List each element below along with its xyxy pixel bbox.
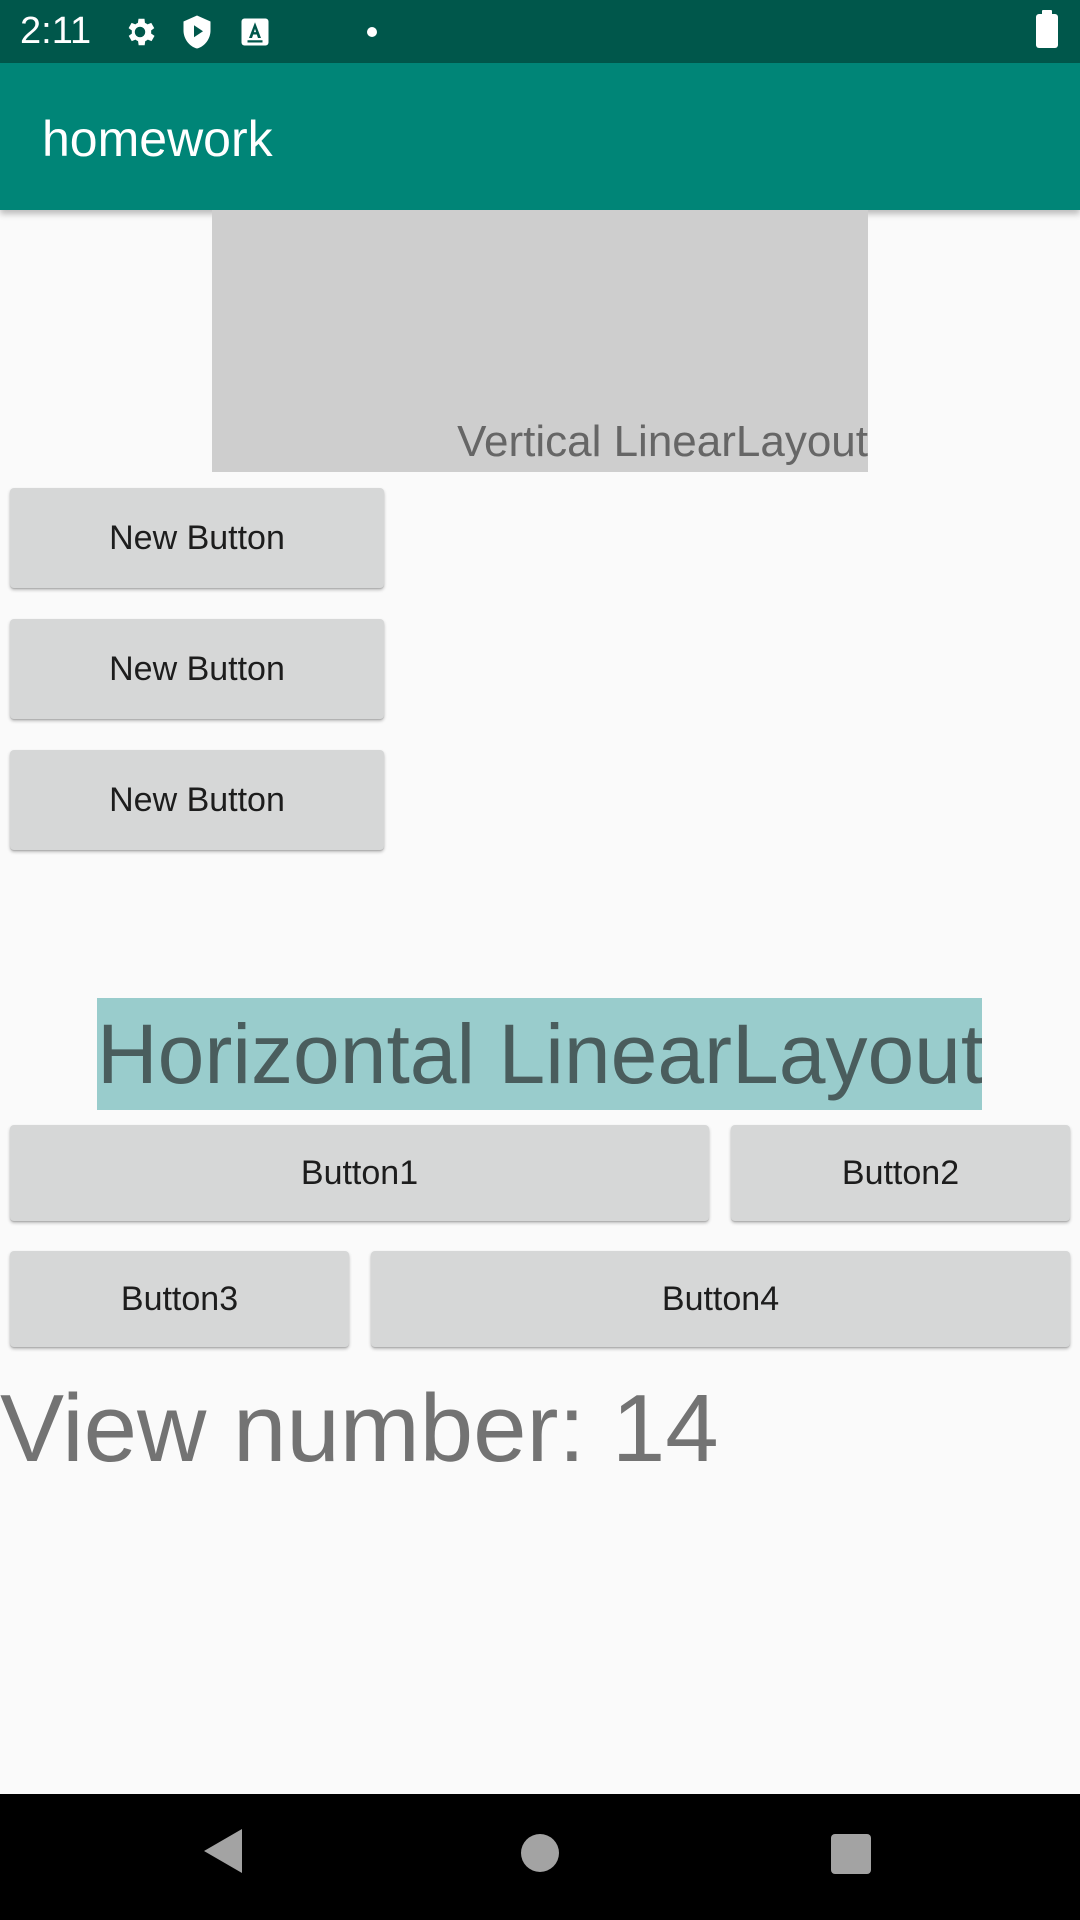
- button-3[interactable]: Button3: [10, 1251, 349, 1347]
- vertical-layout-header: Vertical LinearLayout: [212, 210, 868, 472]
- view-number-text: View number: 14: [0, 1375, 719, 1482]
- recents-icon[interactable]: [831, 1834, 871, 1874]
- status-bar: 2:11: [0, 0, 1080, 63]
- button-2[interactable]: Button2: [731, 1125, 1070, 1221]
- back-icon[interactable]: [204, 1829, 242, 1873]
- shield-play-icon: [183, 15, 211, 49]
- home-icon[interactable]: [521, 1834, 559, 1872]
- button-4[interactable]: Button4: [371, 1251, 1070, 1347]
- new-button-1[interactable]: New Button: [10, 488, 384, 588]
- new-button-3[interactable]: New Button: [10, 750, 384, 850]
- vertical-layout-label: Vertical LinearLayout: [457, 417, 868, 466]
- keyboard-a-icon: [241, 18, 269, 46]
- navigation-bar: [0, 1794, 1080, 1920]
- battery-icon: [1036, 10, 1058, 48]
- gear-icon: [128, 18, 155, 46]
- app-title: homework: [42, 111, 273, 167]
- status-time: 2:11: [20, 10, 92, 52]
- notification-dot-icon: [367, 27, 377, 37]
- app-bar: homework: [0, 63, 1080, 210]
- horizontal-layout-label: Horizontal LinearLayout: [97, 998, 982, 1110]
- new-button-2[interactable]: New Button: [10, 619, 384, 719]
- button-1[interactable]: Button1: [10, 1125, 709, 1221]
